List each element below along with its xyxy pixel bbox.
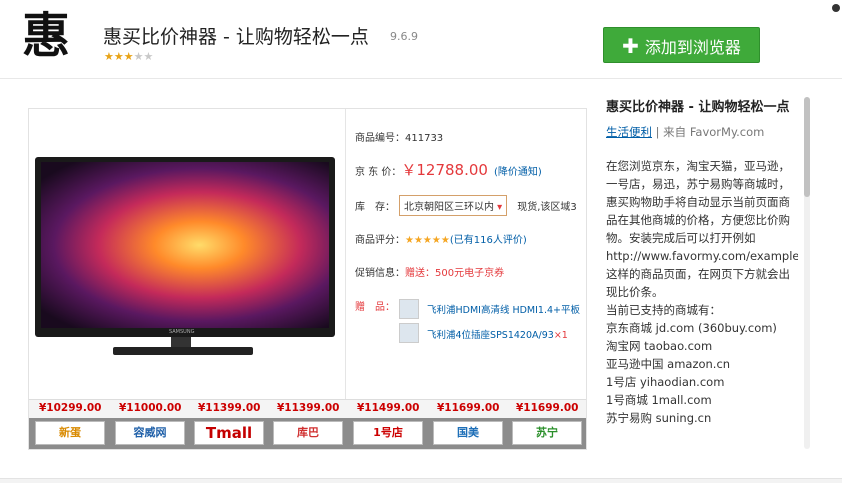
rating-stars: ★★★★★	[104, 50, 153, 63]
corner-indicator	[832, 4, 840, 12]
store-logo: Tmall	[194, 421, 264, 445]
product-code-row: 商品编号：411733	[355, 129, 443, 144]
score-label: 商品评分：	[355, 235, 405, 246]
promo-text: 赠送：500元电子京券	[405, 268, 505, 279]
description-body: 在您浏览京东，淘宝天猫，亚马逊，一号店，易迅，苏宁易购等商城时，惠买购物助手将自…	[606, 157, 798, 427]
jd-price: ￥12788.00	[401, 161, 488, 179]
extension-logo: 惠	[22, 8, 71, 64]
bottom-divider	[0, 478, 842, 483]
extension-header: 惠 惠买比价神器 - 让购物轻松一点 9.6.9 ★★★★★ ✚ 添加到浏览器	[0, 0, 842, 79]
compare-price: ¥11699.00	[437, 402, 500, 414]
chevron-down-icon: ▾	[494, 202, 503, 213]
store-logo: 苏宁	[512, 421, 582, 445]
product-image: SAMSUNG	[29, 109, 346, 399]
description-title: 惠买比价神器 - 让购物轻松一点	[606, 100, 790, 115]
extension-version: 9.6.9	[390, 30, 418, 43]
store-logo: 容威网	[115, 421, 185, 445]
star-empty-icon: ★	[143, 50, 154, 63]
gift-thumb-1	[399, 299, 419, 319]
plus-icon: ✚	[622, 34, 639, 58]
store-logo: 国美	[433, 421, 503, 445]
description-line: 亚马逊中国 amazon.cn	[606, 357, 731, 371]
compare-price: ¥11000.00	[119, 402, 182, 414]
store-logo: 库巴	[273, 421, 343, 445]
stock-note: 现货,该区域3	[517, 202, 577, 213]
tv-screen	[41, 162, 329, 328]
compare-price: ¥11499.00	[357, 402, 420, 414]
scrollbar-thumb[interactable]	[804, 97, 810, 197]
star-icon: ★	[123, 50, 134, 63]
gift-thumb-2	[399, 323, 419, 343]
description-line: 苏宁易购 suning.cn	[606, 411, 712, 425]
description-source: | 来自 FavorMy.com	[655, 125, 765, 139]
star-empty-icon: ★	[133, 50, 144, 63]
description-line: 1号商城 1mall.com	[606, 393, 712, 407]
stock-label: 库 存：	[355, 202, 395, 213]
store-logo: 1号店	[353, 421, 423, 445]
description-meta: 生活便利 | 来自 FavorMy.com	[606, 123, 798, 141]
promo-label: 促销信息：	[355, 268, 405, 279]
compare-price: ¥11399.00	[277, 402, 340, 414]
gift-item-2: 飞利浦4位插座SPS1420A/93×1	[427, 327, 568, 341]
add-to-browser-button[interactable]: ✚ 添加到浏览器	[603, 27, 760, 63]
score-count: (已有116人评价)	[449, 235, 527, 246]
store-logo: 新蛋	[35, 421, 105, 445]
compare-price-bar: ¥10299.00 ¥11000.00 ¥11399.00 ¥11399.00 …	[29, 399, 586, 418]
compare-price: ¥11699.00	[516, 402, 579, 414]
description-line: 当前已支持的商城有：	[606, 303, 721, 317]
description-line: 淘宝网 taobao.com	[606, 339, 713, 353]
product-info: 商品编号：411733 京 东 价：￥12788.00 (降价通知) 库 存： 北京…	[355, 109, 586, 399]
gift-item-1: 飞利浦HDMI高清线 HDMI1.4+平板	[427, 305, 581, 316]
gift-item-2-qty: ×1	[553, 330, 568, 341]
promo-row: 促销信息：赠送：500元电子京券	[355, 264, 504, 279]
description-line: 在您浏览京东，淘宝天猫，亚马逊，一号店，易迅，苏宁易购等商城时，惠买购物助手将自…	[606, 159, 798, 299]
tv-brand: SAMSUNG	[169, 329, 195, 335]
extension-description: 惠买比价神器 - 让购物轻松一点 生活便利 | 来自 FavorMy.com 在…	[606, 97, 798, 449]
score-row: 商品评分：★★★★★(已有116人评价)	[355, 231, 527, 246]
star-icon: ★	[104, 50, 114, 63]
score-stars: ★★★★★	[405, 235, 450, 246]
region-value: 北京朝阳区三环以内	[404, 202, 494, 213]
store-logo-bar: 新蛋 容威网 Tmall 库巴 1号店 国美 苏宁	[29, 418, 586, 449]
extension-title: 惠买比价神器 - 让购物轻松一点	[103, 26, 369, 48]
star-icon: ★	[113, 50, 124, 63]
product-code-label: 商品编号：	[355, 133, 405, 144]
compare-price: ¥11399.00	[198, 402, 261, 414]
extension-screenshot[interactable]: SAMSUNG 商品编号：411733 京 东 价：￥12788.00 (降价通知…	[28, 108, 587, 450]
price-row: 京 东 价：￥12788.00 (降价通知)	[355, 159, 542, 180]
stock-row: 库 存： 北京朝阳区三环以内 ▾ 现货,该区域3	[355, 195, 577, 216]
product-code: 411733	[405, 133, 444, 144]
gift-label: 赠 品：	[355, 302, 395, 313]
compare-price: ¥10299.00	[39, 402, 102, 414]
gift-item-2-name: 飞利浦4位插座SPS1420A/93	[427, 330, 554, 341]
description-scrollbar[interactable]	[804, 97, 810, 449]
tv-base	[113, 347, 253, 355]
description-line: 1号店 yihaodian.com	[606, 375, 725, 389]
price-label: 京 东 价：	[355, 167, 402, 178]
region-select: 北京朝阳区三环以内 ▾	[399, 195, 508, 216]
tv-image: SAMSUNG	[35, 157, 335, 337]
add-to-browser-label: 添加到浏览器	[644, 38, 741, 57]
category-link[interactable]: 生活便利	[606, 125, 652, 139]
description-line: 京东商城 jd.com (360buy.com)	[606, 321, 777, 335]
price-notice-link: (降价通知)	[493, 167, 542, 178]
